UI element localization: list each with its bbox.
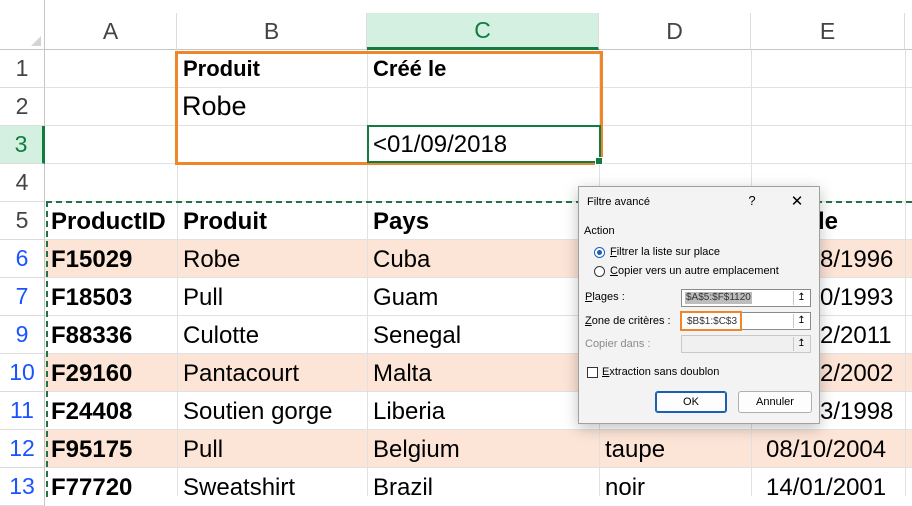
copy-to-input: ↥ bbox=[681, 335, 811, 353]
spreadsheet: A B C D E 1 2 3 4 5 6 7 9 10 11 12 13 Pr… bbox=[0, 0, 912, 506]
row-header[interactable]: 13 bbox=[0, 468, 45, 506]
row-header[interactable]: 12 bbox=[0, 430, 45, 468]
row-header[interactable]: 10 bbox=[0, 354, 45, 392]
column-header-e[interactable]: E bbox=[751, 13, 905, 50]
cancel-button[interactable]: Annuler bbox=[738, 391, 812, 413]
column-header-c[interactable]: C bbox=[367, 13, 599, 50]
column-header-a[interactable]: A bbox=[45, 13, 177, 50]
advanced-filter-dialog: Filtre avancé ? ✕ Action Filtrer la list… bbox=[578, 186, 820, 424]
filter-in-place-label[interactable]: Filtrer la liste sur place bbox=[610, 246, 720, 258]
row-header[interactable]: 6 bbox=[0, 240, 45, 278]
copy-elsewhere-radio[interactable] bbox=[594, 266, 605, 277]
action-group-label: Action bbox=[584, 225, 615, 237]
collapse-dialog-icon[interactable]: ↥ bbox=[793, 314, 809, 328]
row-header[interactable]: 11 bbox=[0, 392, 45, 430]
copy-to-label: Copier dans : bbox=[585, 338, 651, 350]
unique-records-label[interactable]: Extraction sans doublon bbox=[602, 366, 719, 378]
column-header-f[interactable] bbox=[905, 13, 912, 50]
ok-button[interactable]: OK bbox=[655, 391, 727, 413]
list-range-label: Plages : bbox=[585, 291, 625, 303]
collapse-dialog-icon[interactable]: ↥ bbox=[793, 291, 809, 305]
fill-handle[interactable] bbox=[595, 157, 603, 165]
criteria-range-highlight bbox=[680, 311, 742, 331]
list-range-value: $A$5:$F$1120 bbox=[685, 292, 752, 304]
unique-records-checkbox[interactable] bbox=[587, 367, 598, 378]
dialog-title: Filtre avancé bbox=[587, 196, 650, 208]
row-header[interactable]: 3 bbox=[0, 126, 45, 164]
row-header[interactable]: 1 bbox=[0, 50, 45, 88]
list-range-input[interactable]: $A$5:$F$1120 ↥ bbox=[681, 289, 811, 307]
filter-in-place-radio[interactable] bbox=[594, 247, 605, 258]
row-header[interactable]: 4 bbox=[0, 164, 45, 202]
close-icon[interactable]: ✕ bbox=[787, 192, 807, 212]
row-header[interactable]: 9 bbox=[0, 316, 45, 354]
select-all-corner[interactable] bbox=[0, 0, 45, 50]
row-header[interactable]: 5 bbox=[0, 202, 45, 240]
column-header-b[interactable]: B bbox=[177, 13, 367, 50]
row-header[interactable]: 7 bbox=[0, 278, 45, 316]
column-header-d[interactable]: D bbox=[599, 13, 751, 50]
active-cell-c3[interactable] bbox=[367, 125, 603, 165]
select-all-triangle-icon bbox=[31, 36, 41, 46]
criteria-range-label: Zone de critères : bbox=[585, 315, 671, 327]
collapse-dialog-icon: ↥ bbox=[793, 337, 809, 351]
help-icon[interactable]: ? bbox=[743, 193, 761, 211]
row-header[interactable]: 2 bbox=[0, 88, 45, 126]
copy-elsewhere-label[interactable]: Copier vers un autre emplacement bbox=[610, 265, 779, 277]
